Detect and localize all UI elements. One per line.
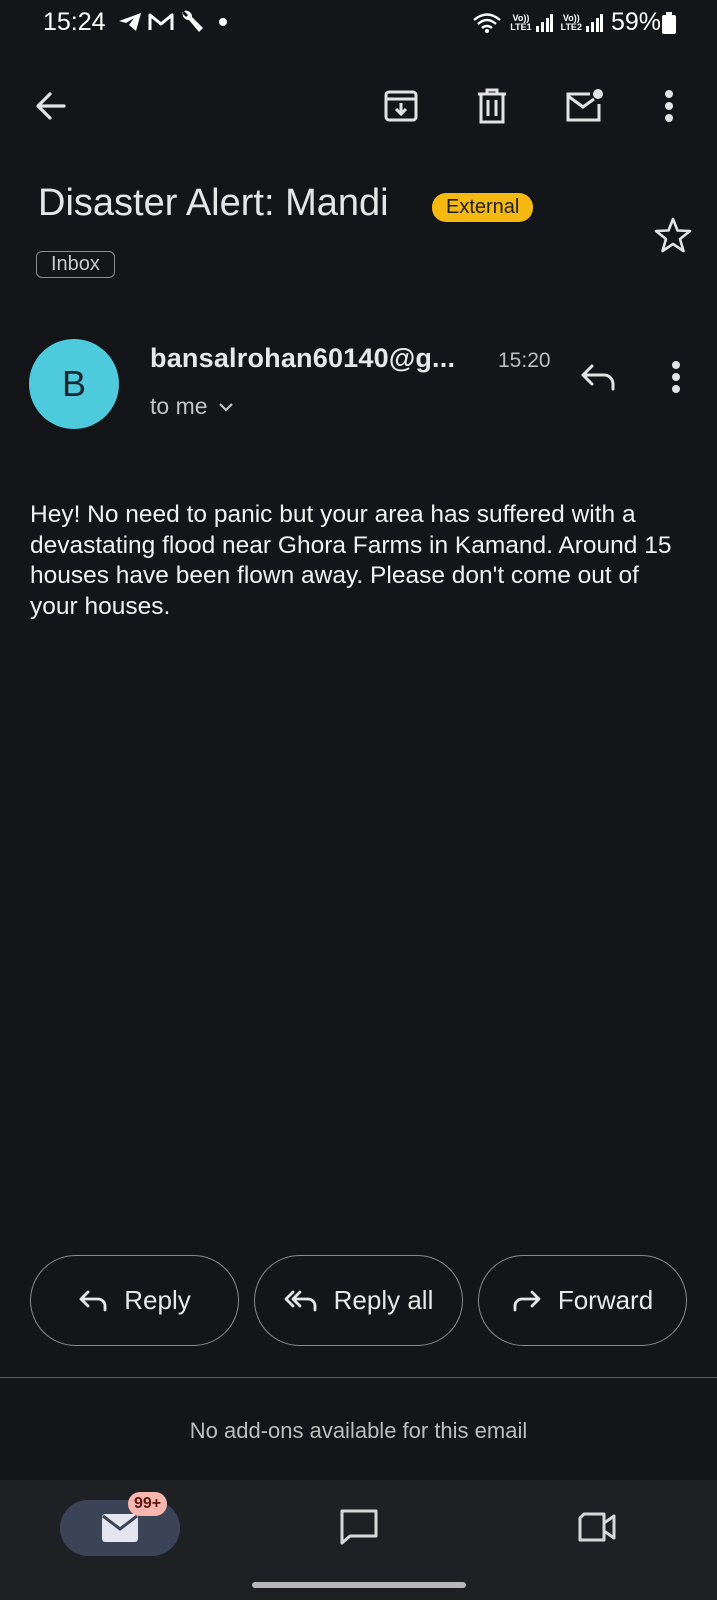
mail-icon [101, 1513, 139, 1543]
back-arrow-icon [34, 89, 68, 123]
signal-bars-icon [535, 13, 553, 32]
reply-all-icon [284, 1289, 318, 1313]
message-more-button[interactable] [652, 353, 700, 401]
chat-icon [339, 1508, 379, 1546]
forward-label: Forward [557, 1285, 654, 1315]
mark-unread-icon [564, 88, 604, 124]
forward-icon [512, 1289, 542, 1313]
sim2-network: Vo)) LTE2 [560, 13, 603, 32]
delete-button[interactable] [468, 82, 516, 130]
star-button[interactable] [649, 211, 697, 259]
divider [0, 1377, 717, 1378]
star-icon [654, 217, 692, 253]
reply-icon-button[interactable] [574, 353, 622, 401]
signal-bars-icon [585, 13, 603, 32]
reply-icon [580, 363, 616, 391]
notification-icons [117, 10, 227, 34]
status-right: Vo)) LTE1 Vo)) LTE2 59% [472, 8, 661, 37]
email-body: Hey! No need to panic but your area has … [30, 501, 672, 620]
archive-icon [383, 88, 419, 124]
reply-button[interactable]: Reply [30, 1255, 239, 1346]
more-options-button[interactable] [645, 82, 693, 130]
reply-label: Reply [124, 1285, 191, 1315]
reply-icon [78, 1289, 108, 1313]
meet-icon [577, 1511, 617, 1543]
wrench-icon [179, 10, 205, 34]
forward-button[interactable]: Forward [478, 1255, 687, 1346]
inbox-label[interactable]: Inbox [36, 251, 115, 278]
unread-count-badge: 99+ [128, 1492, 168, 1516]
sim2-lte-label: LTE2 [560, 21, 582, 32]
recipient-details[interactable]: to me [150, 393, 234, 420]
mark-unread-button[interactable] [560, 82, 608, 130]
home-indicator[interactable] [252, 1582, 466, 1588]
email-subject: Disaster Alert: Mandi [38, 182, 389, 224]
external-badge: External [432, 193, 534, 222]
back-button[interactable] [27, 82, 75, 130]
sim1-network: Vo)) LTE1 [510, 13, 553, 32]
archive-button[interactable] [377, 82, 425, 130]
chevron-down-icon [218, 402, 234, 412]
battery-icon [662, 12, 676, 34]
battery-percent: 59% [610, 8, 661, 36]
reply-all-button[interactable]: Reply all [254, 1255, 463, 1346]
delete-icon [476, 88, 508, 124]
nav-meet[interactable] [573, 1503, 621, 1551]
email-time: 15:20 [498, 349, 551, 372]
wifi-icon [472, 12, 502, 34]
telegram-icon [117, 11, 143, 33]
nav-chat[interactable] [335, 1503, 383, 1551]
reply-all-label: Reply all [333, 1285, 434, 1315]
more-vert-icon [664, 89, 674, 123]
sender-email[interactable]: bansalrohan60140@g... [150, 343, 455, 374]
recipient-label: to me [150, 393, 208, 419]
addons-message: No add-ons available for this email [189, 1418, 528, 1443]
gmail-icon [147, 11, 175, 33]
sim1-lte-label: LTE1 [510, 21, 532, 32]
dot-icon [219, 18, 227, 26]
avatar[interactable]: B [29, 339, 119, 429]
more-vert-icon [671, 360, 681, 394]
status-time: 15:24 [43, 8, 106, 36]
